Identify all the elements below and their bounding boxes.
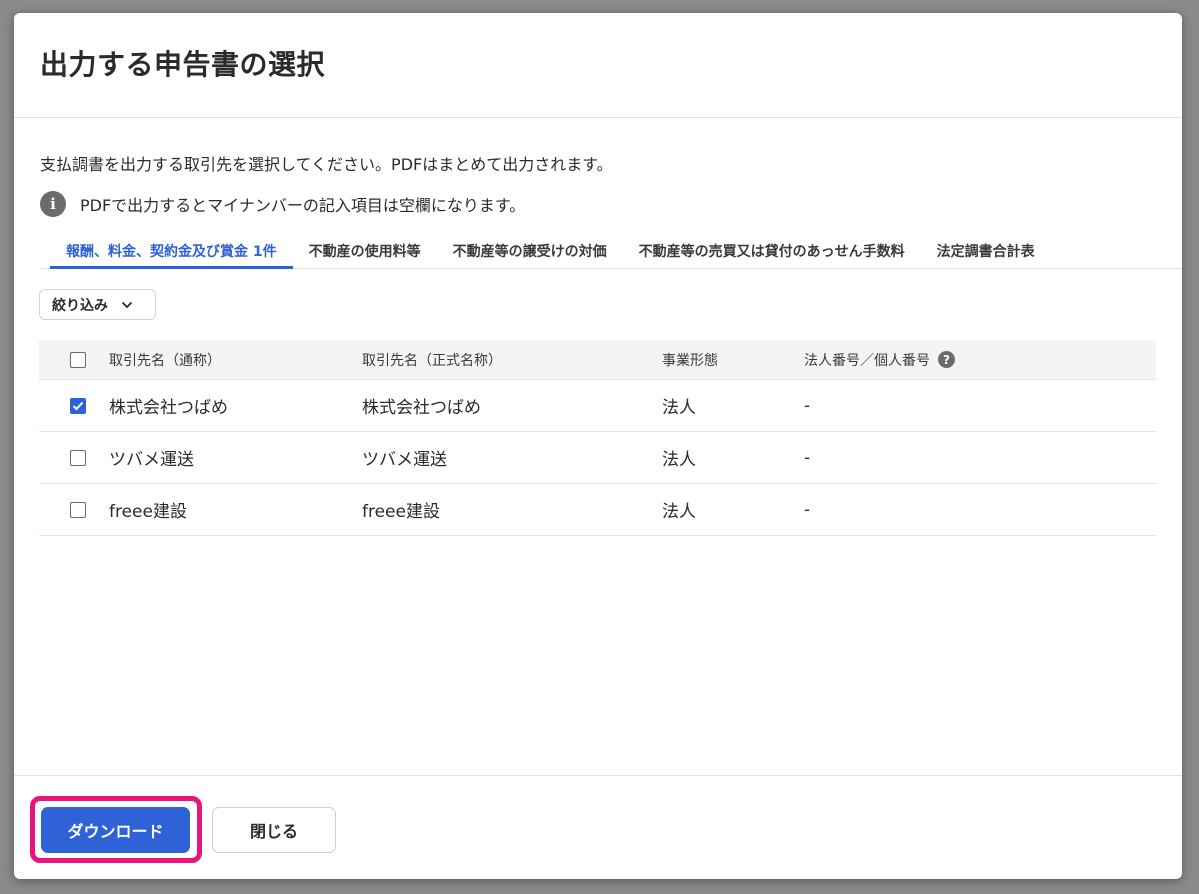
tab-statutory-summary[interactable]: 法定調書合計表 bbox=[921, 237, 1051, 269]
mynumber-note: i PDFで出力するとマイナンバーの記入項目は空欄になります。 bbox=[40, 191, 525, 217]
cell-formal-name: freee建設 bbox=[362, 502, 440, 522]
close-button[interactable]: 閉じる bbox=[212, 807, 336, 853]
output-selection-modal: 出力する申告書の選択 支払調書を出力する取引先を選択してください。PDFはまとめ… bbox=[14, 13, 1182, 879]
table-row[interactable]: freee建設 freee建設 法人 - bbox=[39, 484, 1156, 536]
row-checkbox[interactable] bbox=[70, 449, 86, 466]
filter-button[interactable]: 絞り込み bbox=[39, 289, 156, 320]
modal-header: 出力する申告書の選択 bbox=[14, 13, 1182, 118]
header-number-cell: 法人番号／個人番号 ? bbox=[804, 350, 1156, 370]
partner-table: 取引先名（通称） 取引先名（正式名称） 事業形態 法人番号／個人番号 ? 株式会… bbox=[39, 340, 1156, 536]
help-icon[interactable]: ? bbox=[938, 351, 955, 368]
header-number: 法人番号／個人番号 bbox=[804, 352, 930, 369]
header-name: 取引先名（通称） bbox=[109, 352, 221, 369]
cell-type: 法人 bbox=[662, 502, 696, 522]
cell-type: 法人 bbox=[662, 398, 696, 418]
cell-name: ツバメ運送 bbox=[109, 450, 194, 470]
row-checkbox[interactable] bbox=[70, 397, 86, 414]
tab-real-estate-rent[interactable]: 不動産の使用料等 bbox=[293, 237, 437, 269]
select-all-checkbox[interactable] bbox=[70, 351, 86, 368]
tab-real-estate-transfer[interactable]: 不動産等の譲受けの対価 bbox=[437, 237, 623, 269]
modal-footer: ダウンロード 閉じる bbox=[14, 775, 1182, 879]
table-header-row: 取引先名（通称） 取引先名（正式名称） 事業形態 法人番号／個人番号 ? bbox=[39, 340, 1156, 380]
modal-description: 支払調書を出力する取引先を選択してください。PDFはまとめて出力されます。 bbox=[40, 155, 613, 174]
header-formal-name: 取引先名（正式名称） bbox=[362, 352, 502, 369]
cell-number: - bbox=[804, 499, 811, 520]
tab-compensation[interactable]: 報酬、料金、契約金及び賞金 1件 bbox=[50, 237, 293, 269]
tab-real-estate-brokerage[interactable]: 不動産等の売買又は貸付のあっせん手数料 bbox=[623, 237, 921, 269]
cell-formal-name: 株式会社つばめ bbox=[362, 398, 481, 418]
download-button[interactable]: ダウンロード bbox=[41, 807, 190, 853]
cell-name: freee建設 bbox=[109, 502, 187, 522]
cell-name: 株式会社つばめ bbox=[109, 398, 228, 418]
modal-title: 出力する申告書の選択 bbox=[40, 48, 326, 81]
note-text: PDFで出力するとマイナンバーの記入項目は空欄になります。 bbox=[80, 196, 526, 215]
row-checkbox[interactable] bbox=[70, 501, 86, 518]
filter-label: 絞り込み bbox=[52, 296, 108, 313]
cell-number: - bbox=[804, 395, 811, 416]
table-row[interactable]: ツバメ運送 ツバメ運送 法人 - bbox=[39, 432, 1156, 484]
info-icon: i bbox=[40, 191, 66, 217]
cell-type: 法人 bbox=[662, 450, 696, 470]
table-row[interactable]: 株式会社つばめ 株式会社つばめ 法人 - bbox=[39, 380, 1156, 432]
header-type: 事業形態 bbox=[662, 352, 718, 369]
checkmark-icon bbox=[72, 401, 84, 410]
cell-formal-name: ツバメ運送 bbox=[362, 450, 447, 470]
document-type-tabs: 報酬、料金、契約金及び賞金 1件 不動産の使用料等 不動産等の譲受けの対価 不動… bbox=[40, 237, 1182, 269]
cell-number: - bbox=[804, 447, 811, 468]
chevron-down-icon bbox=[120, 298, 134, 312]
